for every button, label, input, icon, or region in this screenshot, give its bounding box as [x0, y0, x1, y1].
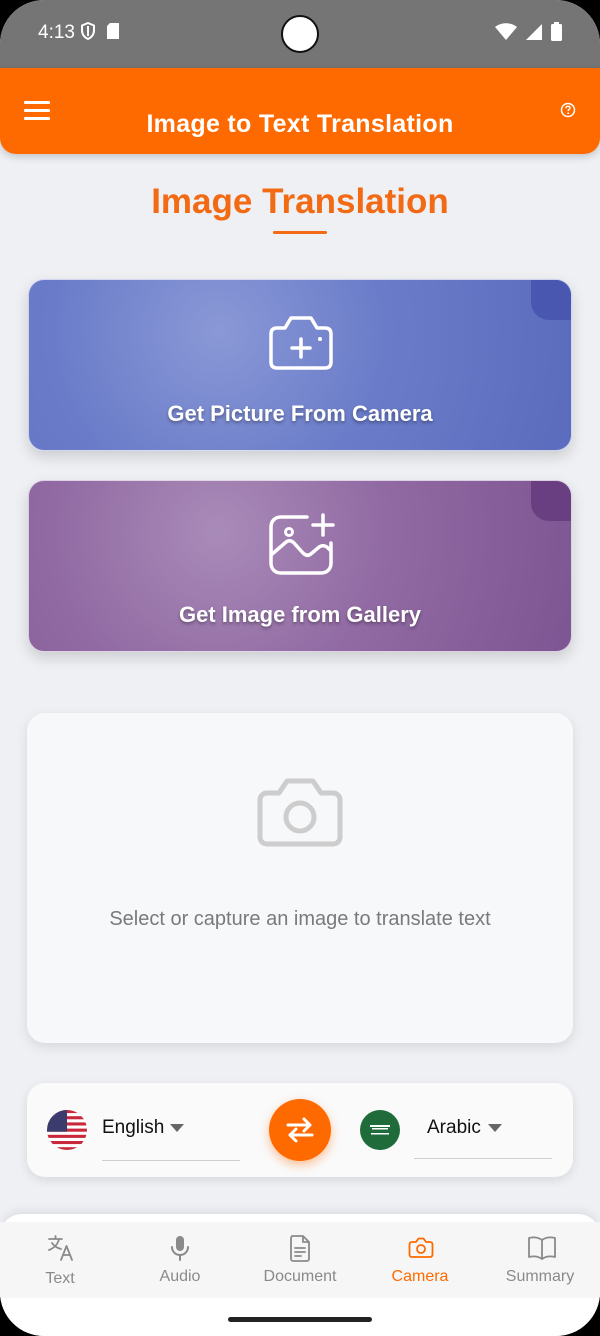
microphone-icon: [171, 1236, 189, 1261]
saudi-flag-icon: [360, 1110, 400, 1150]
page-title: Image Translation: [151, 182, 449, 221]
nav-item-document[interactable]: Document: [240, 1222, 360, 1298]
camera-icon: [408, 1237, 434, 1258]
language-selector-bar: English Arabic: [27, 1083, 573, 1177]
image-preview-area[interactable]: Select or capture an image to translate …: [27, 713, 573, 1043]
us-flag-icon: [47, 1110, 87, 1150]
card-corner-accent: [531, 280, 571, 320]
title-underline: [273, 231, 327, 234]
get-picture-from-camera-button[interactable]: Get Picture From Camera: [28, 279, 572, 451]
book-open-icon: [528, 1236, 556, 1260]
status-left-icons: [80, 22, 120, 40]
camera-plus-icon: [269, 316, 333, 370]
card-corner-accent: [531, 481, 571, 521]
app-bar: Image to Text Translation: [0, 68, 600, 154]
app-title: Image to Text Translation: [146, 110, 454, 138]
nav-item-camera[interactable]: Camera: [360, 1222, 480, 1298]
nav-label: Summary: [505, 1268, 575, 1285]
wifi-icon: [495, 22, 517, 40]
chevron-down-icon: [488, 1124, 502, 1132]
translate-icon: [48, 1235, 73, 1261]
home-indicator[interactable]: [228, 1317, 372, 1322]
nav-label: Document: [263, 1268, 337, 1285]
nav-label: Camera: [391, 1268, 449, 1285]
chevron-down-icon: [170, 1124, 184, 1132]
bottom-navigation-items: Text Audio Document Camera Summary: [0, 1222, 600, 1298]
status-right-icons: [495, 22, 562, 41]
status-time: 4:13: [38, 22, 75, 43]
sd-card-icon: [107, 23, 119, 39]
gallery-card-label: Get Image from Gallery: [178, 602, 422, 627]
target-language-label: Arabic: [427, 1117, 481, 1138]
nav-label: Audio: [159, 1268, 201, 1285]
nav-item-audio[interactable]: Audio: [120, 1222, 240, 1298]
source-language-label: English: [102, 1117, 165, 1138]
shield-icon: [81, 22, 95, 40]
status-bar: 4:13: [0, 0, 600, 68]
battery-icon: [551, 22, 562, 41]
cell-signal-icon: [526, 23, 542, 40]
image-plus-icon: [269, 513, 335, 575]
camera-card-label: Get Picture From Camera: [167, 401, 433, 426]
get-image-from-gallery-button[interactable]: Get Image from Gallery: [28, 480, 572, 652]
help-circle-icon[interactable]: [560, 102, 576, 118]
front-camera: [281, 15, 319, 53]
preview-placeholder-text: Select or capture an image to translate …: [109, 908, 491, 930]
document-icon: [290, 1235, 310, 1262]
camera-icon: [257, 778, 343, 847]
swap-arrows-icon: [286, 1117, 314, 1143]
target-language-dropdown[interactable]: Arabic: [414, 1107, 552, 1159]
nav-item-text[interactable]: Text: [0, 1222, 120, 1298]
phone-screen: 4:13 Image to Text Translation Image Tra…: [0, 0, 600, 1336]
swap-languages-button[interactable]: [269, 1099, 331, 1161]
nav-label: Text: [45, 1270, 75, 1287]
nav-item-summary[interactable]: Summary: [480, 1222, 600, 1298]
source-language-dropdown[interactable]: English: [102, 1107, 240, 1161]
